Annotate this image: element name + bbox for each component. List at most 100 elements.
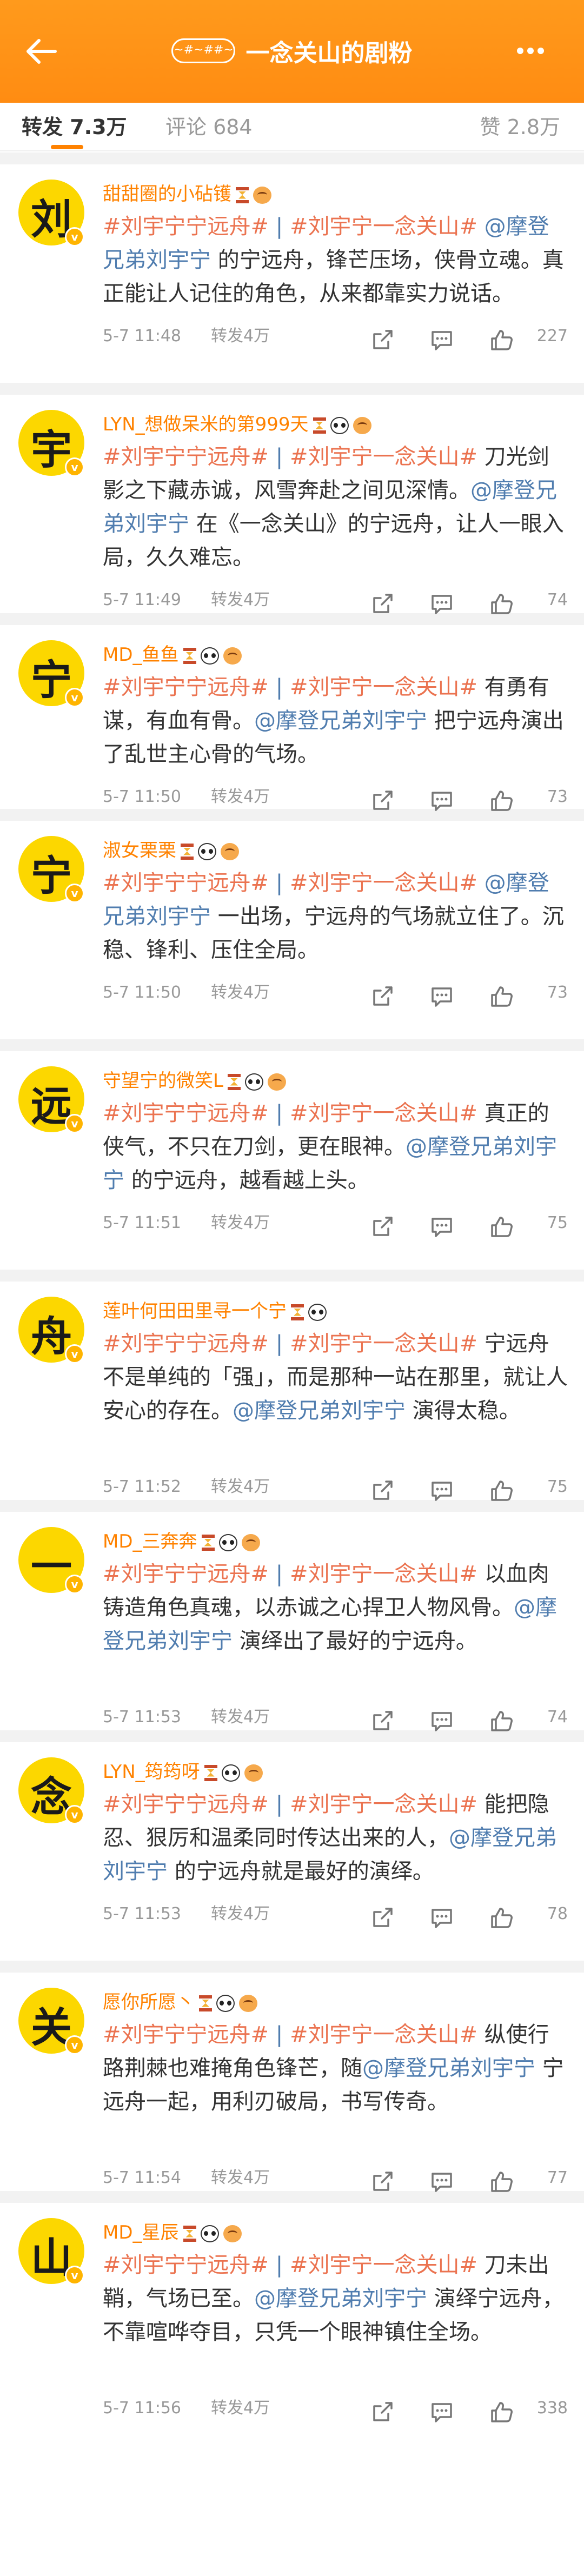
share-icon[interactable]	[370, 788, 395, 825]
username[interactable]: MD_鱼鱼	[103, 644, 179, 666]
repost-count: 转发4万	[211, 1904, 270, 1923]
username-line: LYN_想做呆米的第999天	[103, 411, 568, 438]
hashtag-link[interactable]: #刘宇宁一念关山#	[290, 444, 477, 469]
repost-item[interactable]: 宁 v MD_鱼鱼 #刘宇宁宁远舟# | #刘宇宁一念关山# 有勇有谋，有血有骨。@摩…	[0, 625, 584, 811]
repost-item[interactable]: 宁 v 淑女栗栗 #刘宇宁宁远舟# | #刘宇宁一念关山# @摩登兄弟刘宇宁 一出场，…	[0, 821, 584, 1039]
hourglass-emoji-icon	[181, 843, 194, 860]
panda-emoji-icon	[198, 842, 216, 860]
like-icon[interactable]	[489, 984, 514, 1020]
share-icon[interactable]	[370, 592, 395, 628]
top-bar: ~#~##~ 一念关山的剧粉	[0, 0, 584, 103]
share-icon[interactable]	[370, 328, 395, 364]
comment-icon[interactable]	[429, 592, 454, 628]
comment-icon[interactable]	[429, 984, 454, 1020]
share-icon[interactable]	[370, 1906, 395, 1942]
tab-active-indicator	[51, 145, 83, 149]
hourglass-emoji-icon	[201, 1534, 215, 1551]
repost-item[interactable]: 刘 v 甜甜圈的小砧镬 #刘宇宁宁远舟# | #刘宇宁一念关山# @摩登兄弟刘宇宁 的…	[0, 164, 584, 383]
hashtag-link[interactable]: #刘宇宁宁远舟#	[103, 1331, 269, 1356]
hashtag-link[interactable]: #刘宇宁一念关山#	[290, 2253, 477, 2278]
verified-badge-icon: v	[65, 227, 84, 247]
like-count: 73	[547, 983, 568, 1002]
hashtag-link[interactable]: #刘宇宁一念关山#	[290, 1562, 477, 1586]
repost-item[interactable]: 宇 v LYN_想做呆米的第999天 #刘宇宁宁远舟# | #刘宇宁一念关山# 刀光剑…	[0, 395, 584, 614]
hashtag-link[interactable]: #刘宇宁一念关山#	[290, 871, 477, 895]
hashtag-link[interactable]: #刘宇宁宁远舟#	[103, 675, 269, 700]
username[interactable]: 守望宁的微笑L	[103, 1070, 223, 1092]
comment-icon[interactable]	[429, 2400, 454, 2436]
like-icon[interactable]	[489, 788, 514, 825]
comment-icon[interactable]	[429, 788, 454, 825]
username[interactable]: 莲叶何田田里寻一个宁	[103, 1300, 287, 1322]
like-icon[interactable]	[489, 1214, 514, 1251]
like-icon[interactable]	[489, 328, 514, 364]
hashtag-link[interactable]: #刘宇宁宁远舟#	[103, 1562, 269, 1586]
comment-icon[interactable]	[429, 1478, 454, 1515]
repost-meta: 5-7 11:50 转发4万 73	[103, 977, 568, 1009]
hashtag-link[interactable]: #刘宇宁宁远舟#	[103, 1792, 269, 1817]
comment-icon[interactable]	[429, 2169, 454, 2206]
hashtag-link[interactable]: #刘宇宁一念关山#	[290, 1331, 477, 1356]
repost-text: #刘宇宁宁远舟# | #刘宇宁一念关山# 刀未出鞘，气场已至。@摩登兄弟刘宇宁 …	[103, 2248, 568, 2349]
comment-icon[interactable]	[429, 328, 454, 364]
share-icon[interactable]	[370, 2169, 395, 2206]
repost-count: 转发4万	[211, 1213, 270, 1232]
verified-badge-icon: v	[65, 1114, 84, 1133]
username[interactable]: 淑女栗栗	[103, 840, 176, 861]
username[interactable]: LYN_筠筠呀	[103, 1761, 200, 1783]
username[interactable]: LYN_想做呆米的第999天	[103, 414, 309, 435]
like-icon[interactable]	[489, 2400, 514, 2436]
repost-item[interactable]: 一 v MD_三奔奔 #刘宇宁宁远舟# | #刘宇宁一念关山# 以血肉铸造角色真魂，以…	[0, 1512, 584, 1731]
mention-link[interactable]: @摩登兄弟刘宇宁	[362, 2056, 535, 2081]
tab-like[interactable]: 赞 2.8万	[480, 103, 560, 151]
like-icon[interactable]	[489, 1478, 514, 1515]
share-icon[interactable]	[370, 1709, 395, 1745]
share-icon[interactable]	[370, 1478, 395, 1515]
repost-item[interactable]: 念 v LYN_筠筠呀 #刘宇宁宁远舟# | #刘宇宁一念关山# 能把隐忍、狠厉和温柔…	[0, 1742, 584, 1961]
hashtag-link[interactable]: #刘宇宁宁远舟#	[103, 2022, 269, 2047]
repost-item[interactable]: 舟 v 莲叶何田田里寻一个宁 #刘宇宁宁远舟# | #刘宇宁一念关山# 宁远舟不是单纯…	[0, 1282, 584, 1501]
mention-link[interactable]: @摩登兄弟刘宇宁	[254, 708, 427, 733]
share-icon[interactable]	[370, 1214, 395, 1251]
hashtag-link[interactable]: #刘宇宁宁远舟#	[103, 2253, 269, 2278]
separator-text: |	[269, 1331, 290, 1356]
comment-icon[interactable]	[429, 1214, 454, 1251]
username-line: MD_星辰	[103, 2219, 568, 2246]
like-icon[interactable]	[489, 1906, 514, 1942]
repost-text: #刘宇宁宁远舟# | #刘宇宁一念关山# 真正的侠气，不只在刀剑，更在眼神。@摩…	[103, 1097, 568, 1197]
timestamp: 5-7 11:50	[103, 983, 181, 1002]
share-icon[interactable]	[370, 984, 395, 1020]
repost-item[interactable]: 山 v MD_星辰 #刘宇宁宁远舟# | #刘宇宁一念关山# 刀未出鞘，气场已至。@摩…	[0, 2203, 584, 2422]
username[interactable]: MD_星辰	[103, 2222, 179, 2243]
comment-icon[interactable]	[429, 1906, 454, 1942]
tab-comment[interactable]: 评论 684	[165, 103, 253, 151]
like-count: 75	[547, 1213, 568, 1232]
like-icon[interactable]	[489, 592, 514, 628]
comment-icon[interactable]	[429, 1709, 454, 1745]
username-line: 淑女栗栗	[103, 837, 568, 864]
mention-link[interactable]: @摩登兄弟刘宇宁	[254, 2286, 427, 2311]
more-dots-icon[interactable]	[517, 39, 560, 63]
like-icon[interactable]	[489, 1709, 514, 1745]
verified-badge-icon: v	[65, 688, 84, 707]
hashtag-link[interactable]: #刘宇宁一念关山#	[290, 1792, 477, 1817]
hashtag-link[interactable]: #刘宇宁一念关山#	[290, 675, 477, 700]
hashtag-link[interactable]: #刘宇宁一念关山#	[290, 2022, 477, 2047]
tab-repost[interactable]: 转发 7.3万	[22, 103, 127, 151]
share-icon[interactable]	[370, 2400, 395, 2436]
repost-item[interactable]: 关 v 愿你所愿丶 #刘宇宁宁远舟# | #刘宇宁一念关山# 纵使行路荆棘也难掩角色锋…	[0, 1973, 584, 2192]
username[interactable]: 愿你所愿丶	[103, 1991, 195, 2013]
username[interactable]: 甜甜圈的小砧镬	[103, 183, 231, 205]
hashtag-link[interactable]: #刘宇宁宁远舟#	[103, 1101, 269, 1126]
hashtag-link[interactable]: #刘宇宁宁远舟#	[103, 871, 269, 895]
repost-item[interactable]: 远 v 守望宁的微笑L #刘宇宁宁远舟# | #刘宇宁一念关山# 真正的侠气，不只在刀…	[0, 1051, 584, 1270]
mention-link[interactable]: @摩登兄弟刘宇宁	[233, 1398, 406, 1423]
hashtag-link[interactable]: #刘宇宁宁远舟#	[103, 214, 269, 239]
hashtag-link[interactable]: #刘宇宁宁远舟#	[103, 444, 269, 469]
repost-count: 转发4万	[211, 327, 270, 346]
hashtag-link[interactable]: #刘宇宁一念关山#	[290, 214, 477, 239]
hashtag-link[interactable]: #刘宇宁一念关山#	[290, 1101, 477, 1126]
repost-text: #刘宇宁宁远舟# | #刘宇宁一念关山# @摩登兄弟刘宇宁 一出场，宁远舟的气场…	[103, 866, 568, 967]
like-icon[interactable]	[489, 2169, 514, 2206]
username[interactable]: MD_三奔奔	[103, 1531, 197, 1552]
